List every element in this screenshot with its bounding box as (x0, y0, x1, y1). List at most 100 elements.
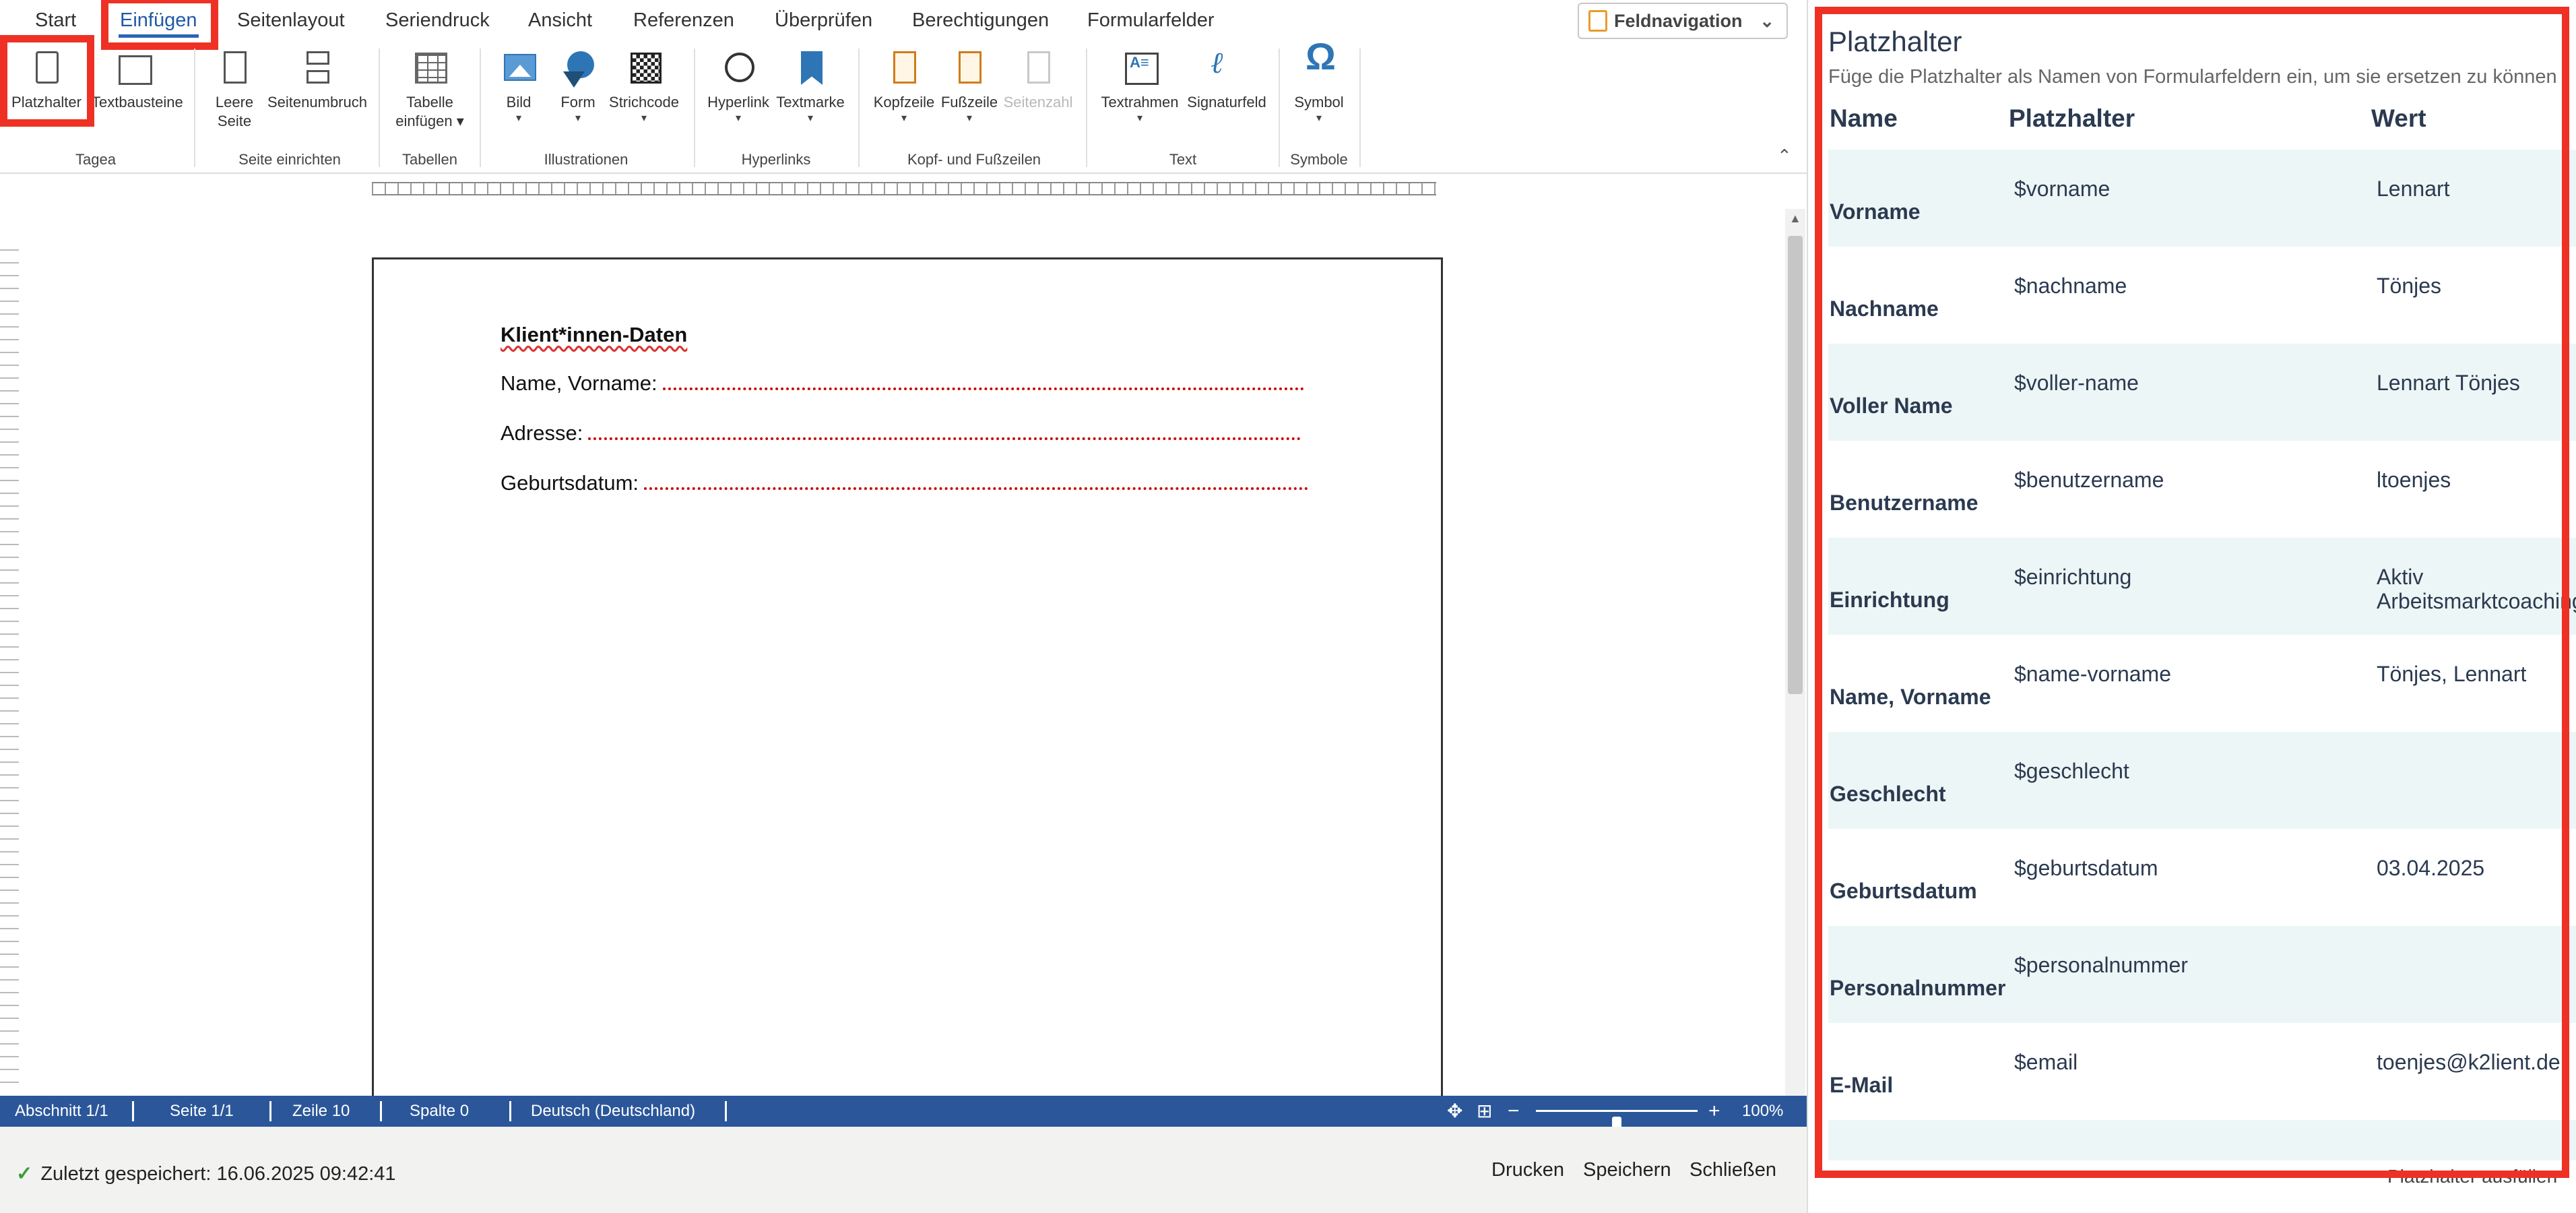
row-placeholder[interactable]: $geschlecht (2014, 759, 2129, 783)
row-placeholder[interactable]: $geburtsdatum (2014, 856, 2158, 880)
status-divider (132, 1101, 134, 1121)
textmarke-label: Textmarke (776, 94, 845, 111)
ruler-scale (372, 182, 1436, 195)
save-status-text: Zuletzt gespeichert: 16.06.2025 09:42:41 (40, 1163, 396, 1185)
tabelle-label-1: Tabelle (406, 94, 453, 111)
table-row[interactable]: Benutzername $benutzername ltoenjes (1828, 441, 2576, 538)
row-placeholder[interactable]: $einrichtung (2014, 565, 2131, 589)
row-placeholder[interactable]: $benutzername (2014, 468, 2164, 492)
status-sprache[interactable]: Deutsch (Deutschland) (531, 1096, 695, 1127)
row-placeholder[interactable]: $voller-name (2014, 371, 2139, 395)
table-row[interactable]: Vorname $vorname Lennart (1828, 150, 2576, 247)
strichcode-button[interactable]: Strichcode ▾ (609, 47, 679, 125)
group-divider (694, 49, 695, 167)
form-field-adresse[interactable] (588, 433, 1301, 440)
textbausteine-button[interactable]: Textbausteine (92, 47, 183, 112)
group-kopf-label: Kopf- und Fußzeilen (907, 151, 1041, 168)
tab-start[interactable]: Start (35, 7, 76, 34)
symbol-button[interactable]: Ω Symbol ▾ (1288, 35, 1350, 125)
tab-referenzen[interactable]: Referenzen (633, 7, 734, 34)
scroll-up-icon[interactable]: ▲ (1789, 212, 1801, 226)
hyperlink-button[interactable]: Hyperlink ▾ (705, 47, 772, 125)
scrollbar-thumb[interactable] (1788, 236, 1803, 694)
drucken-button[interactable]: Drucken (1491, 1159, 1564, 1181)
feldnavigation-label: Feldnavigation (1614, 10, 1743, 31)
group-divider (480, 49, 481, 167)
status-abschnitt: Abschnitt 1/1 (15, 1102, 108, 1120)
feldnavigation-dropdown[interactable]: Feldnavigation ⌄ (1578, 3, 1788, 39)
platzhalter-panel: Platzhalter Füge die Platzhalter als Nam… (1807, 0, 2576, 1213)
move-icon[interactable]: ✥ (1447, 1096, 1462, 1127)
form-field-name-vorname[interactable] (662, 383, 1304, 390)
table-row[interactable]: Einrichtung $einrichtung Aktiv Arbeitsmarkt… (1828, 538, 2576, 635)
status-divider (725, 1101, 727, 1121)
tabelle-einfuegen-button[interactable]: Tabelle einfügen ▾ (389, 47, 470, 131)
row-value: Lennart Tönjes (2377, 371, 2520, 395)
table-row[interactable]: Personalnummer $personalnummer (1828, 926, 2576, 1023)
vertical-ruler[interactable] (0, 249, 19, 1092)
tab-berechtigungen[interactable]: Berechtigungen (912, 7, 1049, 34)
field-name-vorname[interactable]: Name, Vorname: (501, 371, 1304, 396)
document-canvas: Klient*innen-Daten Name, Vorname: Adress… (20, 209, 1785, 1096)
leere-seite-button[interactable]: Leere Seite (205, 47, 264, 131)
textrahmen-button[interactable]: A≡ Textrahmen ▾ (1097, 47, 1183, 125)
row-placeholder[interactable]: $personalnummer (2014, 953, 2188, 977)
group-seite-label: Seite einrichten (238, 151, 341, 168)
table-row[interactable]: E-Mail $email toenjes@k2lient.de (1828, 1023, 2576, 1120)
row-placeholder[interactable]: $email (2014, 1050, 2078, 1074)
tabelle-label-2: einfügen ▾ (395, 113, 464, 129)
row-name: Geburtsdatum (1830, 879, 1977, 903)
tab-seitenlayout[interactable]: Seitenlayout (237, 7, 345, 34)
row-value: Tönjes (2377, 274, 2442, 298)
status-seite: Seite 1/1 (170, 1102, 234, 1120)
fusszeile-dropdown-icon: ▾ (966, 113, 973, 124)
table-row[interactable]: Nachname $nachname Tönjes (1828, 247, 2576, 344)
blank-page-icon (214, 47, 255, 89)
table-row[interactable]: Geschlecht $geschlecht (1828, 732, 2576, 829)
row-placeholder[interactable]: $name-vorname (2014, 662, 2171, 686)
zoom-slider[interactable] (1536, 1110, 1698, 1136)
tab-formularfelder[interactable]: Formularfelder (1087, 7, 1215, 34)
speichern-button[interactable]: Speichern (1583, 1159, 1671, 1181)
textbausteine-label: Textbausteine (92, 94, 183, 111)
tab-ueberpruefen[interactable]: Überprüfen (775, 7, 872, 34)
signaturfeld-label: Signaturfeld (1187, 94, 1266, 111)
field-adresse[interactable]: Adresse: (501, 421, 1301, 445)
table-row[interactable]: Voller Name $voller-name Lennart Tönjes (1828, 344, 2576, 441)
horizontal-ruler[interactable] (0, 177, 1785, 206)
field-geburtsdatum[interactable]: Geburtsdatum: (501, 471, 1309, 495)
kopfzeile-button[interactable]: Kopfzeile ▾ (869, 47, 939, 125)
row-name: Voller Name (1830, 394, 1953, 418)
row-value: Tönjes, Lennart (2377, 662, 2527, 686)
panel-subtitle: Füge die Platzhalter als Namen von Formu… (1828, 66, 2557, 88)
table-row (1828, 1120, 2576, 1160)
schliessen-button[interactable]: Schließen (1689, 1159, 1776, 1181)
form-button[interactable]: Form ▾ (552, 47, 604, 125)
seitenzahl-button[interactable]: Seitenzahl (1001, 47, 1075, 112)
fit-page-icon[interactable]: ⊞ (1477, 1096, 1492, 1127)
vertical-scrollbar[interactable]: ▲ (1785, 209, 1805, 1096)
table-row[interactable]: Name, Vorname $name-vorname Tönjes, Lennar… (1828, 635, 2576, 732)
footer-icon (949, 47, 990, 89)
textmarke-button[interactable]: Textmarke ▾ (773, 47, 847, 125)
zoom-in-icon[interactable]: + (1708, 1096, 1720, 1127)
document-page[interactable]: Klient*innen-Daten Name, Vorname: Adress… (372, 257, 1443, 1096)
row-name: Name, Vorname (1830, 685, 1991, 709)
omega-icon: Ω (1306, 35, 1336, 77)
platzhalter-ausfuellen-button[interactable]: Platzhalter ausfüllen (2387, 1166, 2557, 1187)
tab-seriendruck[interactable]: Seriendruck (385, 7, 490, 34)
form-label: Form (560, 94, 595, 111)
bild-button[interactable]: Bild ▾ (493, 47, 544, 125)
collapse-ribbon-icon[interactable]: ⌃ (1777, 146, 1792, 166)
row-placeholder[interactable]: $vorname (2014, 177, 2110, 201)
table-row[interactable]: Geburtsdatum $geburtsdatum 03.04.2025 (1828, 829, 2576, 926)
signaturfeld-button[interactable]: ℓ Signaturfeld (1183, 47, 1270, 112)
zoom-out-icon[interactable]: − (1508, 1096, 1520, 1127)
status-divider (269, 1101, 271, 1121)
panel-title: Platzhalter (1828, 26, 1962, 57)
tab-ansicht[interactable]: Ansicht (528, 7, 592, 34)
row-placeholder[interactable]: $nachname (2014, 274, 2127, 298)
seitenumbruch-button[interactable]: Seitenumbruch (267, 47, 368, 112)
fusszeile-button[interactable]: Fußzeile ▾ (939, 47, 1000, 125)
form-field-geburtsdatum[interactable] (644, 483, 1309, 490)
